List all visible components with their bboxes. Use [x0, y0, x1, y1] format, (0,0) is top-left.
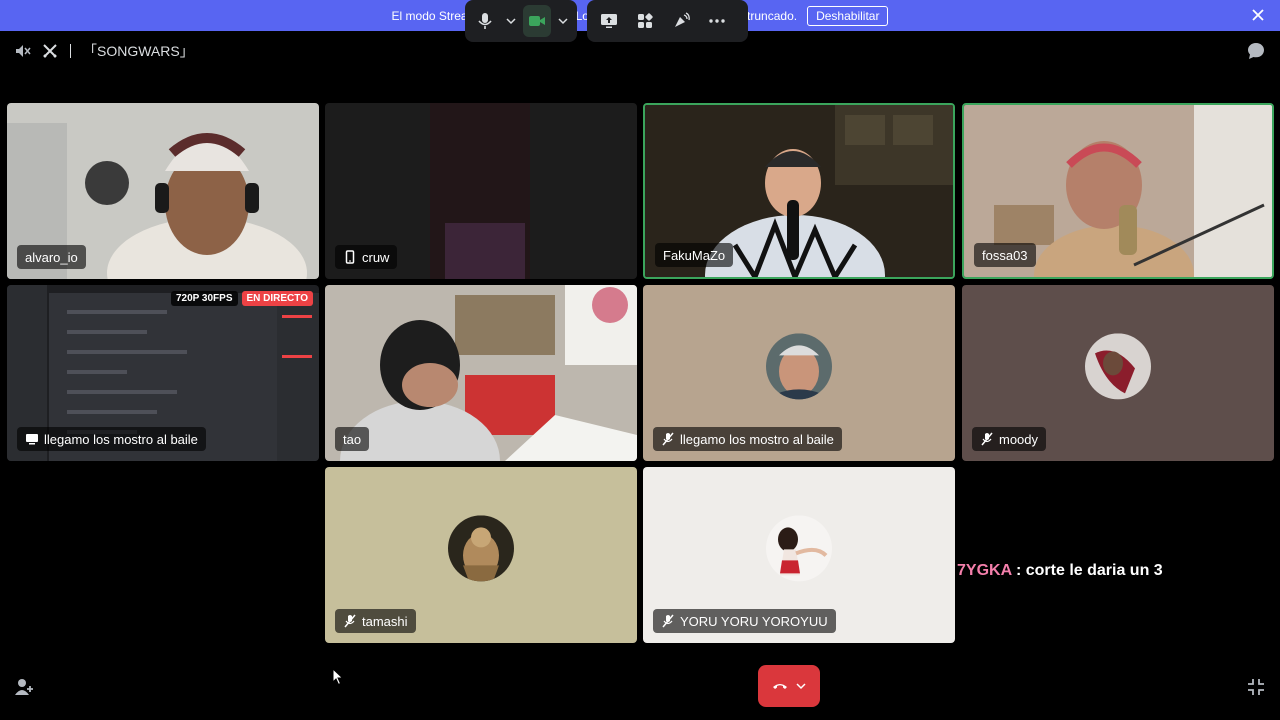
- participant-name-label: YORU YORU YOROYUU: [653, 609, 836, 633]
- activities-icon: [638, 13, 653, 28]
- chevron-down-icon: [506, 18, 516, 25]
- exit-fullscreen-icon[interactable]: [1246, 677, 1266, 697]
- camera-button[interactable]: [523, 5, 552, 37]
- participant-name: YORU YORU YOROYUU: [680, 613, 828, 629]
- share-screen-button[interactable]: [593, 5, 625, 37]
- mic-muted-icon: [344, 614, 356, 628]
- chevron-down-icon: [558, 18, 568, 25]
- avatar: [448, 515, 514, 582]
- invite-user-icon[interactable]: [14, 677, 34, 697]
- mic-muted-icon: [662, 432, 674, 446]
- mobile-icon: [345, 250, 355, 264]
- microphone-options-button[interactable]: [503, 5, 519, 37]
- participant-name: llegamo los mostro al baile: [44, 431, 198, 447]
- participant-name: tao: [343, 431, 362, 447]
- participant-video: [325, 285, 637, 461]
- avatar: [766, 333, 832, 400]
- participant-name: cruw: [362, 249, 390, 265]
- more-options-button[interactable]: [701, 5, 733, 37]
- more-icon: [709, 19, 725, 23]
- title-separator: [70, 44, 71, 58]
- audio-video-controls: [465, 0, 577, 42]
- participant-name-label: llegamo los mostro al baile: [17, 427, 206, 451]
- participant-tile[interactable]: alvaro_io: [7, 103, 319, 279]
- participant-name: tamashi: [362, 613, 408, 629]
- camera-icon: [529, 16, 546, 26]
- screen-share-tile[interactable]: 720P 30FPS EN DIRECTO llegamo los mostro…: [7, 285, 319, 461]
- soundboard-button[interactable]: [665, 5, 697, 37]
- mic-muted-icon: [981, 432, 993, 446]
- participant-name: alvaro_io: [25, 249, 78, 265]
- participant-name-label: tao: [335, 427, 370, 451]
- participant-name-label: llegamo los mostro al baile: [653, 427, 842, 451]
- participant-tile[interactable]: YORU YORU YOROYUU: [643, 467, 955, 643]
- participant-tile-speaking[interactable]: FakuMaZo: [643, 103, 955, 279]
- overlay-username: 7YGKA: [957, 562, 1012, 579]
- crossed-swords-icon: [43, 44, 57, 58]
- soundboard-icon: [675, 12, 690, 27]
- chat-icon[interactable]: [1246, 41, 1266, 61]
- live-badge: EN DIRECTO: [241, 291, 313, 306]
- participant-name: llegamo los mostro al baile: [680, 431, 834, 447]
- stream-badges: 720P 30FPS EN DIRECTO: [170, 291, 313, 306]
- participant-name: fossa03: [982, 247, 1028, 263]
- avatar: [1085, 333, 1151, 400]
- participant-name-label: cruw: [335, 245, 398, 269]
- activities-button[interactable]: [629, 5, 661, 37]
- participant-name: moody: [999, 431, 1039, 447]
- share-screen-icon: [601, 14, 617, 28]
- participant-tile[interactable]: tamashi: [325, 467, 637, 643]
- microphone-icon: [478, 13, 492, 29]
- chevron-down-icon[interactable]: [796, 681, 806, 691]
- voice-channel-icon: [16, 45, 31, 57]
- microphone-button[interactable]: [471, 5, 499, 37]
- participant-name-label: tamashi: [335, 609, 416, 633]
- camera-options-button[interactable]: [555, 5, 571, 37]
- participant-name: FakuMaZo: [663, 247, 726, 263]
- participant-tile[interactable]: moody: [962, 285, 1274, 461]
- participant-tile-speaking[interactable]: fossa03: [962, 103, 1274, 279]
- activity-controls: [587, 0, 748, 42]
- close-icon[interactable]: [1250, 7, 1266, 23]
- overlay-text: : corte le daria un 3: [1011, 562, 1163, 579]
- participant-name-label: alvaro_io: [17, 245, 86, 269]
- participant-name-label: FakuMaZo: [655, 243, 734, 267]
- participant-name-label: fossa03: [974, 243, 1036, 267]
- chat-overlay-message: 7YGKA : corte le daria un 3: [957, 562, 1163, 580]
- hang-up-icon: [773, 684, 787, 689]
- avatar: [766, 515, 832, 582]
- participant-name-label: moody: [972, 427, 1047, 451]
- mic-muted-icon: [662, 614, 674, 628]
- screen-share-icon: [26, 434, 38, 445]
- resolution-badge: 720P 30FPS: [170, 291, 238, 306]
- mouse-cursor-icon: [332, 668, 344, 686]
- disable-streamer-mode-button[interactable]: Deshabilitar: [807, 5, 889, 26]
- participant-tile[interactable]: cruw: [325, 103, 637, 279]
- disconnect-button[interactable]: [758, 665, 820, 707]
- participant-tile[interactable]: tao: [325, 285, 637, 461]
- channel-title: 「SONGWARS」: [83, 43, 194, 59]
- participant-tile[interactable]: llegamo los mostro al baile: [643, 285, 955, 461]
